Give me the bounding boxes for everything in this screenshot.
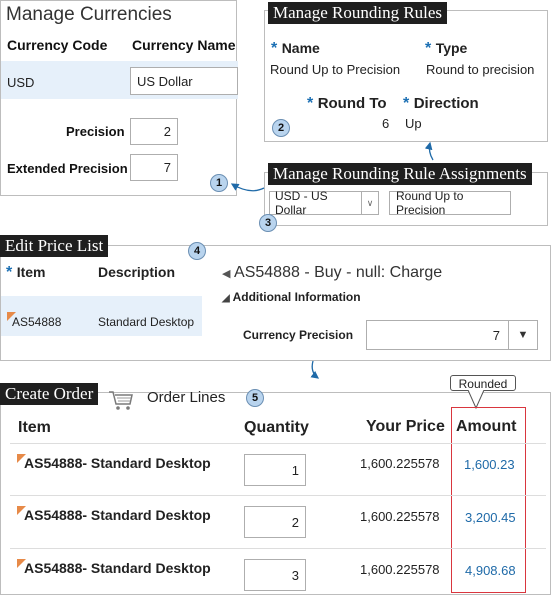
rounded-annotation: Rounded <box>450 375 516 391</box>
callout-4: 4 <box>188 242 206 260</box>
additional-info-section[interactable]: ◢ Additional Information <box>222 290 361 304</box>
order-price-header[interactable]: Your Price <box>366 418 445 436</box>
extended-precision-input[interactable]: 7 <box>130 154 178 181</box>
round-to-value: 6 <box>382 116 390 131</box>
precision-label: Precision <box>66 124 125 139</box>
item-header: * Item <box>6 264 45 282</box>
order-row-item[interactable]: AS54888- Standard Desktop <box>24 507 211 523</box>
required-star: * <box>307 95 314 112</box>
round-to-header: * Round To <box>307 95 387 113</box>
create-order-title: Create Order <box>0 383 99 405</box>
callout-2: 2 <box>272 119 290 137</box>
direction-label: Direction <box>413 95 479 112</box>
callout-1: 1 <box>210 174 228 192</box>
manage-currencies-title: Manage Currencies <box>6 4 172 25</box>
currency-precision-select[interactable]: 7 ▼ <box>366 320 538 350</box>
order-amount-header[interactable]: Amount <box>456 418 516 436</box>
chevron-down-icon[interactable]: ▼ <box>508 321 537 349</box>
order-quantity-header[interactable]: Quantity <box>244 419 309 437</box>
connector-arrow-mid <box>310 360 320 379</box>
order-row-price: 1,600.225578 <box>360 562 440 577</box>
currency-precision-value: 7 <box>492 327 500 343</box>
row-divider <box>10 495 546 496</box>
order-row-price: 1,600.225578 <box>360 456 440 471</box>
order-row-item[interactable]: AS54888- Standard Desktop <box>24 455 211 471</box>
currency-precision-label: Currency Precision <box>243 328 354 342</box>
shopping-cart-icon <box>108 389 134 416</box>
required-star: * <box>271 40 278 57</box>
triangle-right-icon[interactable]: ◀ <box>222 268 230 280</box>
currency-name-header[interactable]: Currency Name <box>132 37 236 53</box>
item-label: Item <box>16 264 46 280</box>
order-row-amount: 3,200.45 <box>465 510 516 525</box>
currency-name-input[interactable]: US Dollar <box>130 67 238 95</box>
required-star: * <box>6 264 13 281</box>
rule-type-header: * Type <box>425 40 467 58</box>
callout-5: 5 <box>246 389 264 407</box>
round-to-label: Round To <box>317 95 387 112</box>
currency-select[interactable]: USD - US Dollar ∨ <box>269 189 379 217</box>
detail-heading-text: AS54888 - Buy - null: Charge <box>234 264 443 281</box>
rounding-rules-title: Manage Rounding Rules <box>268 2 448 24</box>
currency-select-value: USD - US Dollar <box>275 189 328 217</box>
order-row-price: 1,600.225578 <box>360 509 440 524</box>
rule-name-label: Name <box>281 40 320 56</box>
currency-code-cell: USD <box>7 75 35 90</box>
chevron-down-icon[interactable]: ∨ <box>361 192 378 214</box>
additional-info-label: Additional Information <box>232 290 361 304</box>
price-list-desc-cell: Standard Desktop <box>98 315 195 329</box>
header-divider <box>10 443 546 444</box>
rule-type-label: Type <box>435 40 468 56</box>
order-row-amount: 1,600.23 <box>464 457 515 472</box>
rule-name-value: Round Up to Precision <box>270 62 401 77</box>
price-list-item-cell[interactable]: AS54888 <box>12 315 61 329</box>
price-list-title: Edit Price List <box>0 235 109 257</box>
callout-3: 3 <box>259 214 277 232</box>
quantity-input[interactable]: 1 <box>244 454 306 486</box>
required-star: * <box>425 40 432 57</box>
quantity-input[interactable]: 2 <box>244 506 306 538</box>
direction-header: * Direction <box>403 95 479 113</box>
manage-currencies-panel: Manage Currencies Currency Code Currency… <box>0 0 238 196</box>
order-row-amount: 4,908.68 <box>465 563 516 578</box>
rule-assignments-title: Manage Rounding Rule Assignments <box>268 163 532 185</box>
row-divider <box>10 548 546 549</box>
currency-code-header[interactable]: Currency Code <box>7 37 107 53</box>
direction-value: Up <box>405 116 422 131</box>
quantity-input[interactable]: 3 <box>244 559 306 591</box>
rule-type-value: Round to precision <box>426 62 535 77</box>
order-row-item[interactable]: AS54888- Standard Desktop <box>24 560 211 576</box>
precision-input[interactable]: 2 <box>130 118 178 145</box>
rounding-rule-input[interactable]: Round Up to Precision <box>389 189 511 217</box>
price-list-detail-heading[interactable]: ◀ AS54888 - Buy - null: Charge <box>222 264 442 282</box>
order-lines-label: Order Lines <box>147 389 226 406</box>
required-star: * <box>403 95 410 112</box>
order-item-header[interactable]: Item <box>18 419 51 437</box>
description-header: Description <box>98 264 176 280</box>
triangle-down-icon[interactable]: ◢ <box>222 293 230 304</box>
extended-precision-label: Extended Precision <box>7 161 128 176</box>
rule-name-header: * Name <box>271 40 320 58</box>
